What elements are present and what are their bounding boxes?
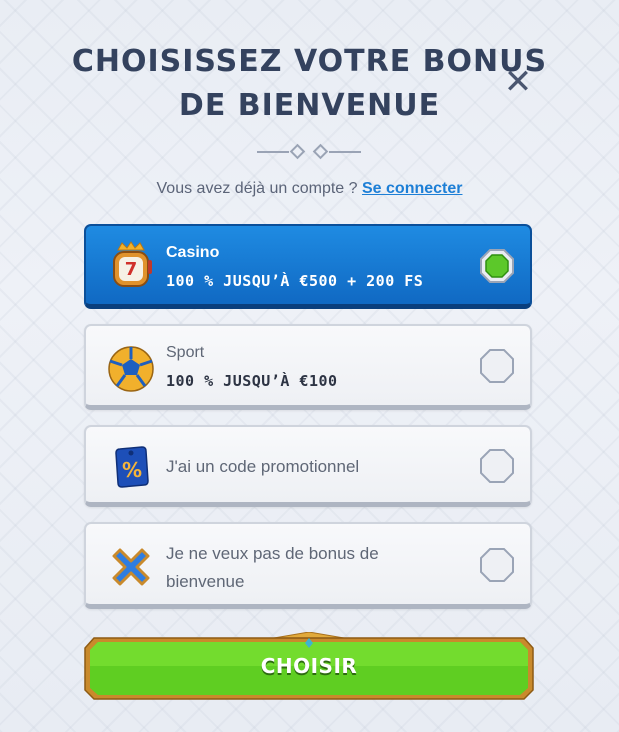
title-line-2: DE BIENVENUE (178, 88, 441, 123)
radio-unselected[interactable] (480, 449, 514, 483)
bonus-option-no-bonus[interactable]: Je ne veux pas de bonus de bienvenue (84, 522, 532, 609)
radio-selected[interactable] (480, 249, 514, 283)
option-title: Je ne veux pas de bonus de bienvenue (166, 540, 379, 596)
option-title: Sport (166, 344, 205, 361)
svg-text:%: % (122, 458, 142, 482)
login-link[interactable]: Se connecter (362, 180, 462, 197)
svg-text:7: 7 (125, 259, 138, 280)
option-offer: 100 % JUSQU’À €100 (166, 372, 338, 390)
option-title-line-2: bienvenue (166, 572, 245, 591)
no-bonus-x-icon (112, 548, 150, 586)
close-icon: ✕ (503, 62, 533, 102)
close-button[interactable]: ✕ (500, 62, 536, 102)
slot-machine-icon: 7 (113, 241, 152, 287)
soccer-ball-icon (108, 346, 154, 392)
choose-button-label: CHOISIR (260, 654, 358, 678)
bonus-option-casino[interactable]: 7 Casino 100 % JUSQU’À €500 + 200 FS (84, 224, 532, 309)
percent-tag-icon: % (115, 446, 149, 488)
option-title: Casino (166, 244, 220, 261)
option-title-line-1: Je ne veux pas de bonus de (166, 544, 379, 563)
login-prompt-text: Vous avez déjà un compte ? (156, 180, 358, 197)
bonus-option-sport[interactable]: Sport 100 % JUSQU’À €100 (84, 324, 532, 410)
title-line-1: CHOISISSEZ VOTRE BONUS (71, 44, 548, 79)
radio-unselected[interactable] (480, 349, 514, 383)
ornament-divider (257, 143, 361, 160)
radio-unselected[interactable] (480, 548, 514, 582)
option-title: J'ai un code promotionnel (166, 457, 360, 476)
choose-button[interactable]: CHOISIR (84, 632, 534, 700)
option-offer: 100 % JUSQU’À €500 + 200 FS (166, 272, 424, 290)
login-prompt: Vous avez déjà un compte ? Se connecter (0, 180, 619, 198)
bonus-option-promo-code[interactable]: % J'ai un code promotionnel (84, 425, 532, 507)
